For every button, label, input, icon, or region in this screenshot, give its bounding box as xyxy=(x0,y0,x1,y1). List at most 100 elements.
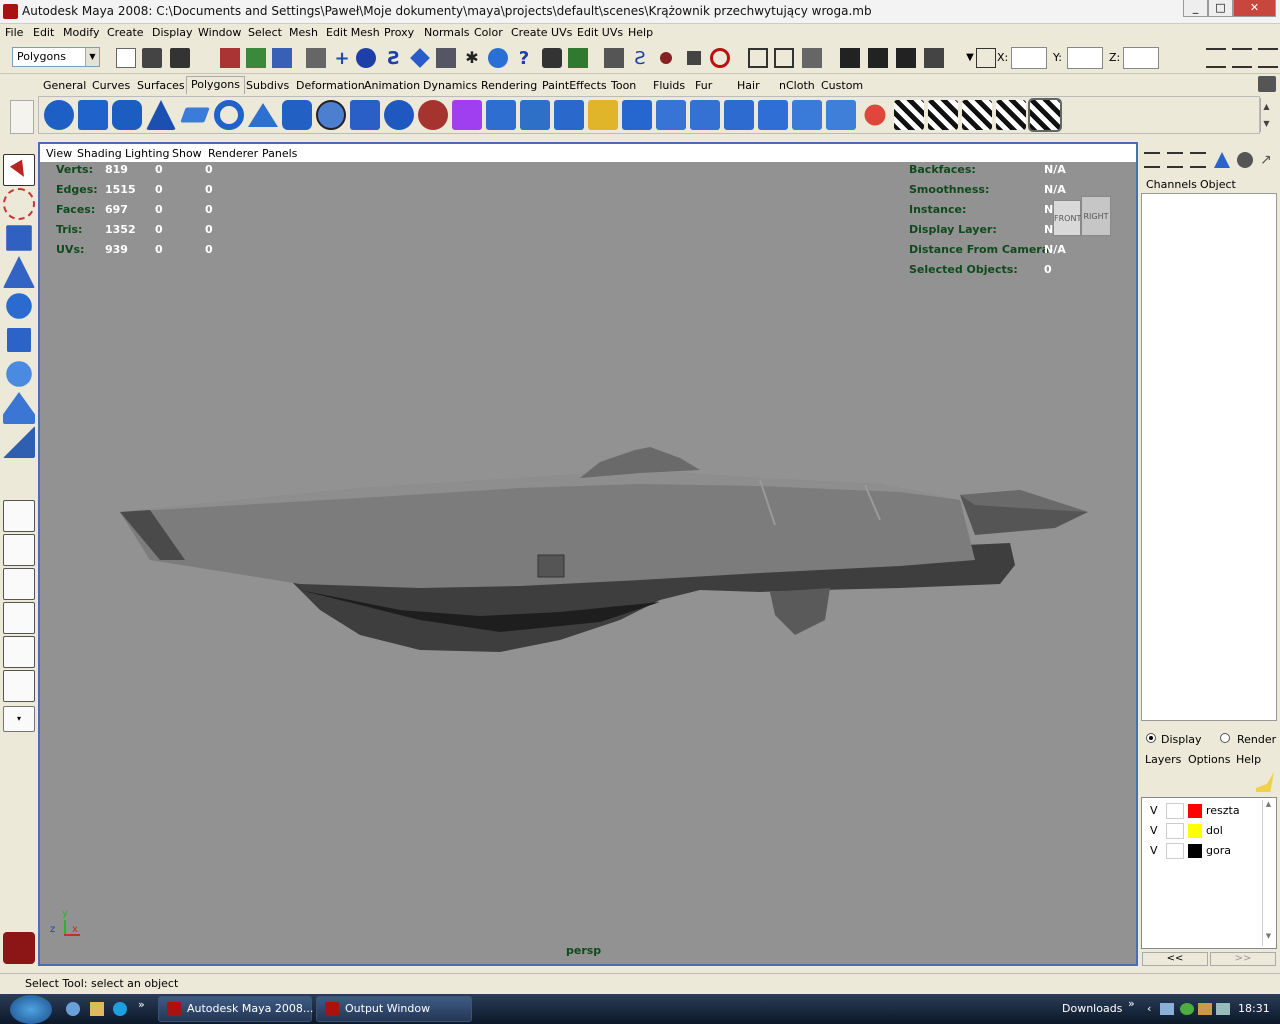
tray-volume-icon[interactable] xyxy=(1216,1003,1230,1015)
quicklaunch-chevron[interactable]: » xyxy=(138,998,145,1011)
menu-proxy[interactable]: Proxy xyxy=(384,26,414,39)
menu-edit-mesh[interactable]: Edit Mesh xyxy=(326,26,380,39)
menu-select[interactable]: Select xyxy=(248,26,282,39)
layer-row[interactable]: V dol xyxy=(1146,823,1274,841)
menu-window[interactable]: Window xyxy=(198,26,241,39)
smooth-icon[interactable] xyxy=(452,100,482,130)
layer-editor-icon[interactable] xyxy=(1167,152,1183,168)
tab-general[interactable]: General xyxy=(43,79,86,92)
panel-menu-show[interactable]: Show xyxy=(172,147,202,160)
layer-nav-right-button[interactable]: >> xyxy=(1210,952,1276,966)
four-view-layout-icon[interactable] xyxy=(3,534,35,566)
poly-cylinder-icon[interactable] xyxy=(112,100,142,130)
input-ops-icon[interactable] xyxy=(436,48,456,68)
panel-menu-view[interactable]: View xyxy=(46,147,72,160)
panel-menu-panels[interactable]: Panels xyxy=(262,147,297,160)
menu-mesh[interactable]: Mesh xyxy=(289,26,318,39)
rotate-tool-icon[interactable] xyxy=(6,293,32,319)
lasso-tool-icon[interactable] xyxy=(3,188,35,220)
tab-polygons[interactable]: Polygons xyxy=(186,76,245,94)
render-radio[interactable] xyxy=(1220,733,1230,743)
view-cube-front[interactable]: FRONT xyxy=(1053,200,1081,236)
planar-mapping-icon[interactable] xyxy=(894,100,924,130)
menu-modify[interactable]: Modify xyxy=(63,26,99,39)
persp-graph-layout-icon[interactable] xyxy=(3,602,35,634)
export-icon[interactable] xyxy=(774,48,794,68)
panel-menu-shading[interactable]: Shading xyxy=(77,147,122,160)
tab-curves[interactable]: Curves xyxy=(92,79,130,92)
tray-expand-icon[interactable]: ‹ xyxy=(1147,1002,1151,1015)
select-component-icon[interactable] xyxy=(272,48,292,68)
display-radio[interactable] xyxy=(1146,733,1156,743)
layer-row[interactable]: V gora xyxy=(1146,843,1274,861)
snap-view-plane-icon[interactable]: Ƨ xyxy=(384,48,404,69)
tray-clock[interactable]: 18:31 xyxy=(1238,1002,1270,1015)
combine-icon[interactable] xyxy=(350,100,380,130)
tab-surfaces[interactable]: Surfaces xyxy=(137,79,185,92)
sculpt-geometry-icon[interactable] xyxy=(864,104,886,126)
layer-visibility-toggle[interactable]: V xyxy=(1150,824,1158,837)
trash-icon[interactable] xyxy=(1258,76,1276,92)
maya-logo-icon[interactable] xyxy=(3,932,35,964)
spherical-mapping-icon[interactable] xyxy=(962,100,992,130)
channel-layer-icon[interactable] xyxy=(1190,152,1206,168)
panel-menu-renderer[interactable]: Renderer xyxy=(208,147,258,160)
quicklaunch-skype-icon[interactable] xyxy=(113,1002,127,1016)
offset-edge-loop-icon[interactable] xyxy=(690,100,720,130)
layer-template-toggle[interactable] xyxy=(1166,843,1184,859)
scale-tool-icon[interactable] xyxy=(7,328,31,352)
merge-icon[interactable] xyxy=(792,100,822,130)
slide-edge-icon[interactable] xyxy=(724,100,754,130)
help-menu[interactable]: Help xyxy=(1236,753,1261,766)
panel-menu-lighting[interactable]: Lighting xyxy=(125,147,169,160)
split-polygon-icon[interactable] xyxy=(622,100,652,130)
collapse-icon[interactable] xyxy=(826,100,856,130)
tab-toon[interactable]: Toon xyxy=(611,79,636,92)
menu-edit-uvs[interactable]: Edit UVs xyxy=(577,26,623,39)
menu-color[interactable]: Color xyxy=(474,26,503,39)
lock-icon[interactable] xyxy=(542,48,562,68)
tab-animation[interactable]: Animation xyxy=(364,79,420,92)
maximize-button[interactable]: □ xyxy=(1208,0,1233,17)
x-field[interactable] xyxy=(1011,47,1047,69)
tool-settings-icon[interactable] xyxy=(1232,48,1252,68)
tab-fluids[interactable]: Fluids xyxy=(653,79,685,92)
save-scene-icon[interactable] xyxy=(170,48,190,68)
new-scene-icon[interactable] xyxy=(116,48,136,68)
open-scene-icon[interactable] xyxy=(142,48,162,68)
persp-outliner-layout-icon[interactable] xyxy=(3,568,35,600)
object-tab[interactable]: Object xyxy=(1200,178,1236,191)
shelf-scroll[interactable]: ▲ ▼ xyxy=(1260,98,1272,132)
resolution-gate-icon[interactable] xyxy=(802,48,822,68)
tray-network-icon[interactable] xyxy=(1160,1003,1174,1015)
tab-dynamics[interactable]: Dynamics xyxy=(423,79,477,92)
insert-edge-loop-icon[interactable] xyxy=(656,100,686,130)
menu-create-uvs[interactable]: Create UVs xyxy=(511,26,572,39)
select-hierarchy-icon[interactable] xyxy=(220,48,240,68)
append-polygon-icon[interactable] xyxy=(588,100,618,130)
tab-fur[interactable]: Fur xyxy=(695,79,712,92)
layer-color-swatch[interactable] xyxy=(1188,844,1202,858)
quicklaunch-mail-icon[interactable] xyxy=(90,1002,104,1016)
channels-tab[interactable]: Channels xyxy=(1146,178,1197,191)
uv-editor-icon[interactable] xyxy=(604,48,624,68)
toolbar-chevron[interactable]: » xyxy=(1128,997,1135,1010)
layer-template-toggle[interactable] xyxy=(1166,823,1184,839)
render-view-icon[interactable] xyxy=(840,48,860,68)
select-object-icon[interactable] xyxy=(246,48,266,68)
layer-row[interactable]: V reszta xyxy=(1146,803,1274,821)
maya-app-icon[interactable] xyxy=(3,4,18,19)
hypershade-layout-icon[interactable] xyxy=(3,636,35,668)
channel-box-icon[interactable] xyxy=(1144,152,1160,168)
options-menu[interactable]: Options xyxy=(1188,753,1230,766)
snap-grid-icon[interactable] xyxy=(306,48,326,68)
tab-painteffects[interactable]: PaintEffects xyxy=(542,79,607,92)
paint-select-tool-icon[interactable] xyxy=(6,225,32,251)
view-cube-right[interactable]: RIGHT xyxy=(1081,196,1111,236)
curve-tool-icon[interactable]: Ƨ xyxy=(630,48,650,69)
view-cube[interactable]: FRONT RIGHT xyxy=(1053,196,1113,240)
magnet-icon[interactable] xyxy=(660,52,672,64)
render-current-icon[interactable] xyxy=(868,48,888,68)
snap-curve-icon[interactable]: + xyxy=(332,48,352,69)
menu-normals[interactable]: Normals xyxy=(424,26,470,39)
